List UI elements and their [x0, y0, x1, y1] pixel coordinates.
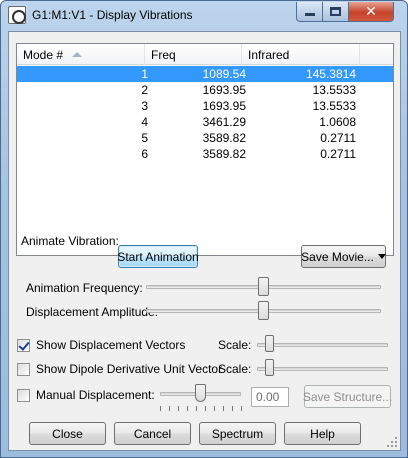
cell-infrared: 1.0608	[319, 115, 356, 129]
table-row[interactable]: 4 3461.29 1.0608	[17, 114, 393, 130]
window-title: G1:M1:V1 - Display Vibrations	[32, 8, 193, 22]
minimize-button[interactable]	[296, 2, 323, 22]
displacement-amplitude-label: Displacement Amplitude:	[26, 305, 159, 319]
cell-mode: 3	[141, 99, 148, 113]
show-dipole-vector-label[interactable]: Show Dipole Derivative Unit Vector	[36, 362, 222, 376]
cell-infrared: 145.3814	[305, 67, 356, 81]
manual-displacement-value[interactable]: 0.00	[251, 387, 289, 407]
dipole-scale-track[interactable]	[257, 367, 388, 371]
cell-mode: 5	[141, 131, 148, 145]
title-bar[interactable]: G1:M1:V1 - Display Vibrations ✕	[1, 1, 407, 31]
show-dipole-vector-checkbox[interactable]	[17, 363, 30, 376]
manual-displacement-ticks	[160, 406, 242, 412]
close-button[interactable]: Close	[29, 422, 106, 445]
column-header-infrared-label: Infrared	[248, 48, 290, 62]
save-structure-button[interactable]: Save Structure...	[303, 385, 392, 408]
cell-freq: 1693.95	[202, 99, 246, 113]
column-header-filler	[360, 44, 393, 65]
dropdown-arrow-icon	[377, 254, 386, 259]
maximize-icon	[330, 7, 341, 16]
column-header-freq[interactable]: Freq	[145, 44, 242, 65]
sort-ascending-icon	[72, 52, 82, 57]
list-header: Mode # Freq Infrared	[17, 44, 393, 65]
cell-mode: 4	[141, 115, 148, 129]
dipole-scale-thumb[interactable]	[265, 359, 274, 376]
cell-freq: 3461.29	[202, 115, 246, 129]
minimize-icon	[304, 13, 315, 16]
modes-list[interactable]: Mode # Freq Infrared 1 1089.54 145.3814 2 16…	[16, 43, 394, 256]
dipole-scale-label: Scale:	[218, 362, 252, 376]
table-row[interactable]: 5 3589.82 0.2711	[17, 130, 393, 146]
show-displacement-vectors-label[interactable]: Show Displacement Vectors	[36, 338, 185, 352]
column-header-infrared[interactable]: Infrared	[242, 44, 360, 65]
save-movie-button[interactable]: Save Movie...	[301, 245, 386, 268]
close-icon: ✕	[365, 3, 377, 20]
vectors-scale-track[interactable]	[257, 343, 388, 347]
manual-displacement-label[interactable]: Manual Displacement:	[36, 388, 155, 402]
cancel-button[interactable]: Cancel	[114, 422, 191, 445]
table-row[interactable]: 3 1693.95 13.5533	[17, 98, 393, 114]
table-row[interactable]: 6 3589.82 0.2711	[17, 146, 393, 162]
displacement-amplitude-thumb[interactable]	[257, 301, 269, 320]
maximize-button[interactable]	[322, 2, 349, 22]
list-body: 1 1089.54 145.3814 2 1693.95 13.5533 3 1693.95 1…	[17, 66, 393, 162]
column-header-mode-label: Mode #	[23, 48, 64, 62]
cell-freq: 3589.82	[202, 131, 246, 145]
column-header-mode[interactable]: Mode #	[17, 44, 145, 65]
animation-frequency-thumb[interactable]	[257, 277, 269, 296]
vectors-scale-thumb[interactable]	[265, 335, 274, 352]
cell-freq: 3589.82	[202, 147, 246, 161]
cell-mode: 6	[141, 147, 148, 161]
cell-infrared: 0.2711	[320, 131, 356, 145]
cell-freq: 1089.54	[202, 67, 246, 81]
vectors-scale-label: Scale:	[218, 338, 252, 352]
save-movie-label: Save Movie...	[301, 249, 374, 264]
start-animation-button[interactable]: Start Animation	[117, 245, 199, 268]
show-displacement-vectors-checkbox[interactable]	[17, 339, 30, 352]
cell-infrared: 13.5533	[312, 99, 356, 113]
close-window-button[interactable]: ✕	[348, 2, 394, 22]
animate-vibration-label: Animate Vibration:	[21, 234, 119, 248]
table-row[interactable]: 2 1693.95 13.5533	[17, 82, 393, 98]
resize-grip-icon[interactable]	[386, 436, 398, 448]
cell-infrared: 0.2711	[320, 147, 356, 161]
manual-displacement-checkbox[interactable]	[17, 389, 30, 402]
cell-mode: 2	[141, 83, 148, 97]
manual-displacement-thumb[interactable]	[195, 384, 206, 402]
column-header-freq-label: Freq	[151, 48, 176, 62]
app-icon[interactable]	[8, 6, 26, 24]
spectrum-button[interactable]: Spectrum	[199, 422, 276, 445]
animation-frequency-label: Animation Frequency:	[26, 281, 143, 295]
cell-infrared: 13.5533	[312, 83, 356, 97]
cell-mode: 1	[141, 67, 148, 81]
cell-freq: 1693.95	[202, 83, 246, 97]
help-button[interactable]: Help	[284, 422, 361, 445]
dialog-client: Mode # Freq Infrared 1 1089.54 145.3814 2 16…	[8, 31, 401, 451]
display-vibrations-window: G1:M1:V1 - Display Vibrations ✕ Mode # F…	[0, 0, 408, 458]
table-row[interactable]: 1 1089.54 145.3814	[17, 66, 393, 82]
